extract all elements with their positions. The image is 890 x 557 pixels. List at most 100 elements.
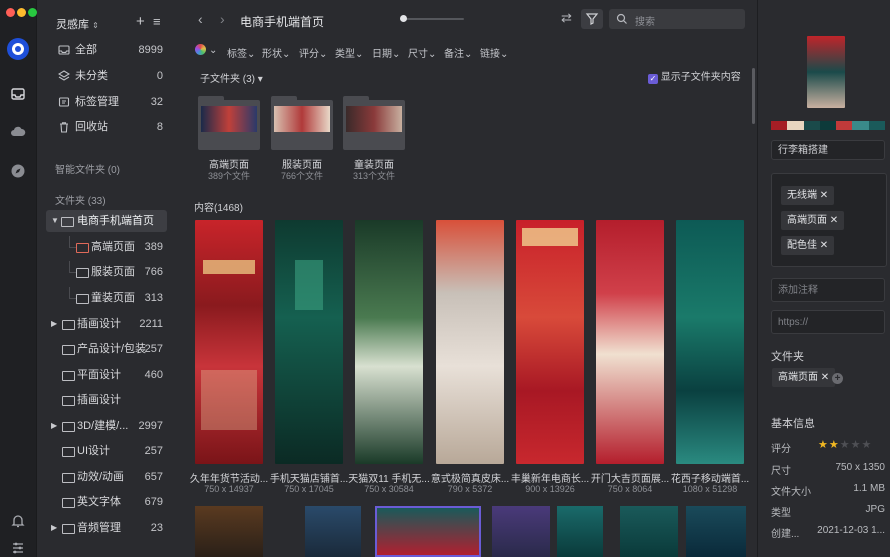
filter-size[interactable]: 尺寸⌄ xyxy=(408,45,436,60)
filter-link[interactable]: 链接⌄ xyxy=(480,45,508,60)
close-icon[interactable]: ✕ xyxy=(821,372,829,383)
zoom-slider[interactable] xyxy=(400,15,464,22)
close-window-button[interactable] xyxy=(6,8,15,17)
palette-swatch[interactable] xyxy=(868,121,885,130)
content-card[interactable] xyxy=(492,506,550,557)
settings-sliders-icon[interactable] xyxy=(10,540,26,556)
library-switcher[interactable]: 灵感库 ⇕ xyxy=(56,16,99,32)
filter-notes[interactable]: 备注⌄ xyxy=(444,45,472,60)
preview-thumbnail[interactable] xyxy=(807,36,845,108)
app-logo-icon[interactable] xyxy=(7,38,29,60)
subfolder-card[interactable] xyxy=(198,96,260,150)
content-card[interactable] xyxy=(305,506,361,557)
tag-chip[interactable]: 高端页面 ✕ xyxy=(781,211,845,230)
content-card[interactable] xyxy=(355,220,423,464)
content-card[interactable] xyxy=(676,220,744,464)
filter-button[interactable] xyxy=(581,9,603,29)
close-icon[interactable]: ✕ xyxy=(820,240,828,251)
sidebar-folder-english-fonts[interactable]: 英文字体 679 xyxy=(37,491,178,513)
close-icon[interactable]: ✕ xyxy=(830,215,838,226)
note-field[interactable]: 添加注释 xyxy=(771,278,885,302)
sidebar-folder-product-design[interactable]: 产品设计/包装 257 xyxy=(37,338,178,360)
content-card-selected[interactable] xyxy=(375,506,481,557)
content-card[interactable] xyxy=(195,220,263,464)
star-filled-icon[interactable]: ★ xyxy=(818,439,829,451)
sidebar-folder-illustration[interactable]: ▶ 插画设计 2211 xyxy=(37,313,178,335)
star-empty-icon[interactable]: ★ xyxy=(840,439,851,451)
cloud-icon[interactable] xyxy=(10,124,26,140)
content-card[interactable] xyxy=(275,220,343,464)
forward-icon[interactable]: › xyxy=(220,11,225,27)
filter-date[interactable]: 日期⌄ xyxy=(372,45,400,60)
color-filter-icon[interactable] xyxy=(195,44,206,55)
color-filter-chevron[interactable]: ⌄ xyxy=(209,45,217,56)
palette-swatch[interactable] xyxy=(852,121,869,130)
url-field[interactable]: https:// xyxy=(771,310,885,334)
search-input[interactable]: 搜索 xyxy=(609,9,745,29)
tags-field[interactable]: 无线端 ✕ 高端页面 ✕ 配色佳 ✕ xyxy=(771,173,887,267)
sidebar-folder-illustration-2[interactable]: 插画设计 xyxy=(37,389,178,411)
tag-chip[interactable]: 无线端 ✕ xyxy=(781,186,835,205)
palette-swatch[interactable] xyxy=(787,121,804,130)
back-icon[interactable]: ‹ xyxy=(198,11,203,27)
sidebar-folder-clothing[interactable]: 服装页面 766 xyxy=(37,261,178,283)
palette-swatch[interactable] xyxy=(836,121,853,130)
star-empty-icon[interactable]: ★ xyxy=(851,439,862,451)
show-subfolder-content[interactable]: ✓ 显示子文件夹内容 xyxy=(648,68,741,84)
filter-tags[interactable]: 标签⌄ xyxy=(227,45,255,60)
zoom-window-button[interactable] xyxy=(28,8,37,17)
star-empty-icon[interactable]: ★ xyxy=(862,439,873,451)
content-card[interactable] xyxy=(436,220,504,464)
sidebar-folder-audio[interactable]: ▶ 音频管理 23 xyxy=(37,517,178,539)
bell-icon[interactable] xyxy=(10,513,26,529)
add-folder-button[interactable]: + xyxy=(832,373,843,384)
palette-swatch[interactable] xyxy=(819,121,837,130)
zoom-slider-thumb[interactable] xyxy=(400,15,407,22)
palette-swatch[interactable] xyxy=(771,121,788,130)
sidebar-item-uncategorized[interactable]: 未分类 0 xyxy=(37,65,178,87)
inbox-icon[interactable] xyxy=(10,86,26,102)
sidebar-item-all[interactable]: 全部 8999 xyxy=(37,39,178,61)
add-icon[interactable]: + xyxy=(136,13,145,30)
content-card[interactable] xyxy=(195,506,263,557)
sidebar-folder-high-end[interactable]: 高端页面 389 xyxy=(37,236,178,258)
smart-folders-label[interactable]: 智能文件夹 (0) xyxy=(55,161,120,176)
sort-icon[interactable]: ⇄ xyxy=(561,10,572,26)
sidebar-item-tags[interactable]: 标签管理 32 xyxy=(37,91,178,113)
minimize-window-button[interactable] xyxy=(17,8,26,17)
sidebar-folder-graphic-design[interactable]: 平面设计 460 xyxy=(37,364,178,386)
checkbox-checked-icon[interactable]: ✓ xyxy=(648,74,658,84)
filter-shape[interactable]: 形状⌄ xyxy=(262,45,290,60)
subfolders-toggle[interactable]: 子文件夹 (3) ▾ xyxy=(200,70,263,85)
sidebar-folder-ecommerce-home[interactable]: ▼ 电商手机端首页 xyxy=(46,210,167,232)
subfolder-card[interactable] xyxy=(343,96,405,150)
sidebar-folder-motion[interactable]: 动效/动画 657 xyxy=(37,466,178,488)
filter-rating[interactable]: 评分⌄ xyxy=(299,45,327,60)
sidebar-folder-kids[interactable]: 童装页面 313 xyxy=(37,287,178,309)
filter-type[interactable]: 类型⌄ xyxy=(335,45,363,60)
content-card[interactable] xyxy=(516,220,584,464)
color-palette[interactable] xyxy=(771,121,885,130)
tag-chip[interactable]: 配色佳 ✕ xyxy=(781,236,835,255)
folders-label[interactable]: 文件夹 (33) xyxy=(55,192,106,207)
compass-icon[interactable] xyxy=(10,163,26,179)
content-card[interactable] xyxy=(686,506,746,557)
sidebar-folder-ui-design[interactable]: UI设计 257 xyxy=(37,440,178,462)
close-icon[interactable]: ✕ xyxy=(820,190,828,201)
scrollbar-thumb[interactable] xyxy=(752,68,755,124)
tag-label: 高端页面 xyxy=(787,215,827,226)
content-card[interactable] xyxy=(620,506,678,557)
folder-count: 766 xyxy=(144,266,163,278)
folder-chip[interactable]: 高端页面 ✕ xyxy=(772,368,836,387)
name-field[interactable]: 行李箱搭建 xyxy=(771,140,885,160)
sidebar-folder-3d[interactable]: ▶ 3D/建模/... 2997 xyxy=(37,415,178,437)
subfolder-card[interactable] xyxy=(271,96,333,150)
content-card[interactable] xyxy=(557,506,603,557)
sidebar-item-trash[interactable]: 回收站 8 xyxy=(37,116,178,138)
star-filled-icon[interactable]: ★ xyxy=(829,439,840,451)
rating-stars[interactable]: ★★★★★ xyxy=(818,438,872,451)
palette-swatch[interactable] xyxy=(803,121,820,130)
menu-icon[interactable]: ≡ xyxy=(153,14,161,29)
basic-info-label: 基本信息 xyxy=(771,418,815,430)
content-card[interactable] xyxy=(596,220,664,464)
